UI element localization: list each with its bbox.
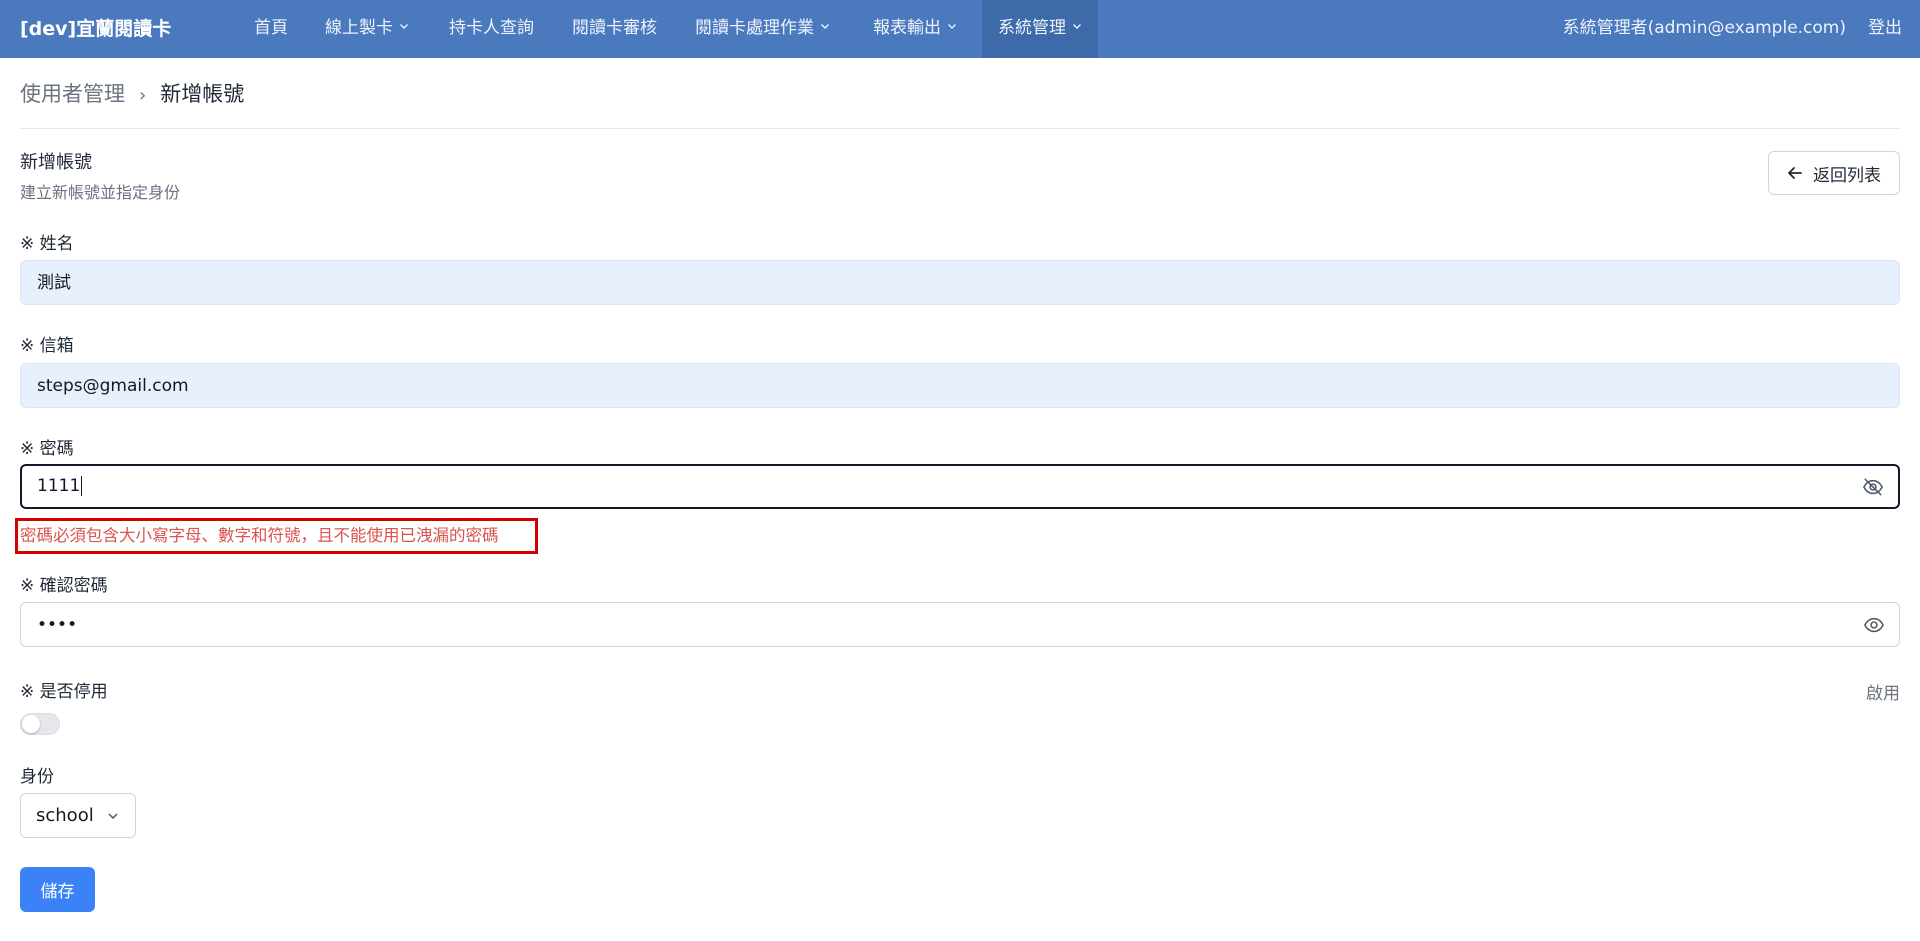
page-title: 新增帳號	[20, 152, 92, 173]
nav-item-label: 閱讀卡處理作業	[695, 18, 814, 38]
arrow-left-icon	[1788, 167, 1802, 179]
nav-item-reports[interactable]: 報表輸出	[857, 0, 973, 58]
breadcrumb-separator: ›	[139, 85, 147, 106]
nav-item-label: 線上製卡	[325, 18, 393, 38]
current-user[interactable]: 系統管理者(admin@example.com)	[1563, 0, 1846, 58]
breadcrumb-current: 新增帳號	[160, 82, 245, 106]
nav-item-label: 系統管理	[998, 18, 1066, 38]
name-label: ※ 姓名	[20, 234, 74, 254]
nav-item-system-admin[interactable]: 系統管理	[982, 0, 1098, 58]
confirm-password-input[interactable]: ••••	[20, 602, 1900, 647]
nav-item-online-card[interactable]: 線上製卡	[309, 0, 425, 58]
password-input[interactable]: 1111	[20, 464, 1900, 509]
nav-item-home[interactable]: 首頁	[238, 0, 304, 58]
chevron-down-icon	[948, 24, 956, 29]
top-navbar: [dev]宜蘭閱讀卡 首頁 線上製卡 持卡人查詢 閱讀卡審核 閱讀卡處理作業 報…	[0, 0, 1920, 58]
app-brand[interactable]: [dev]宜蘭閱讀卡	[20, 0, 171, 58]
disabled-label: ※ 是否停用	[20, 682, 108, 702]
email-label: ※ 信箱	[20, 336, 74, 356]
account-status-text: 啟用	[1866, 684, 1900, 704]
role-select-value: school	[36, 805, 94, 826]
nav-item-cardholder-search[interactable]: 持卡人查詢	[433, 0, 550, 58]
header-divider	[20, 128, 1900, 129]
email-input-value: steps@gmail.com	[37, 376, 189, 396]
nav-item-label: 持卡人查詢	[449, 18, 534, 38]
save-button[interactable]: 儲存	[20, 867, 95, 912]
password-error-message: 密碼必須包含大小寫字母、數字和符號，且不能使用已洩漏的密碼	[20, 526, 499, 545]
eye-icon[interactable]	[1863, 614, 1885, 636]
name-input[interactable]: 測試	[20, 260, 1900, 305]
logout-link[interactable]: 登出	[1868, 0, 1902, 58]
role-label: 身份	[20, 767, 54, 787]
nav-item-card-review[interactable]: 閱讀卡審核	[556, 0, 673, 58]
disabled-toggle[interactable]	[20, 713, 60, 735]
email-input[interactable]: steps@gmail.com	[20, 363, 1900, 408]
breadcrumb: 使用者管理 › 新增帳號	[20, 78, 244, 108]
nav-item-label: 報表輸出	[873, 18, 941, 38]
chevron-down-icon	[821, 24, 829, 29]
back-button-label: 返回列表	[1813, 165, 1881, 186]
password-label: ※ 密碼	[20, 439, 74, 459]
page-subtitle: 建立新帳號並指定身份	[20, 183, 181, 202]
nav-item-label: 首頁	[254, 18, 288, 38]
confirm-password-label: ※ 確認密碼	[20, 576, 108, 596]
chevron-down-icon	[1073, 24, 1081, 29]
password-input-value: 1111	[37, 476, 81, 496]
text-caret	[81, 476, 83, 496]
breadcrumb-parent-link[interactable]: 使用者管理	[20, 82, 125, 106]
chevron-down-icon	[400, 24, 408, 29]
back-to-list-button[interactable]: 返回列表	[1768, 151, 1900, 195]
chevron-down-icon	[108, 813, 118, 820]
nav-item-label: 閱讀卡審核	[572, 18, 657, 38]
confirm-password-value: ••••	[37, 615, 78, 635]
name-input-value: 測試	[37, 273, 71, 293]
toggle-knob	[22, 715, 40, 733]
eye-off-icon[interactable]	[1862, 476, 1884, 498]
role-select[interactable]: school	[20, 793, 136, 838]
nav-item-card-processing[interactable]: 閱讀卡處理作業	[679, 0, 846, 58]
